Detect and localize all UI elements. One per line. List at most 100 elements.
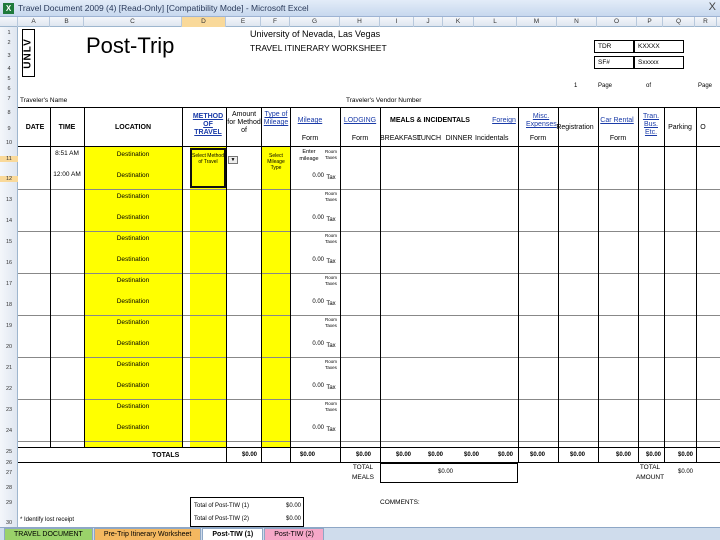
- traveler-name-label: Traveler's Name: [20, 97, 68, 104]
- column-header[interactable]: [0, 17, 18, 27]
- column-header[interactable]: G: [290, 17, 340, 27]
- row-header[interactable]: 13: [0, 197, 18, 203]
- time-header: TIME: [58, 124, 76, 131]
- location-cell[interactable]: Destination: [84, 277, 182, 284]
- row-header[interactable]: 9: [0, 126, 18, 132]
- window-title: Travel Document 2009 (4) [Read-Only] [Co…: [18, 3, 309, 13]
- location-cell[interactable]: Destination: [84, 382, 182, 389]
- excel-icon: X: [3, 2, 14, 14]
- row-header[interactable]: 11: [0, 156, 18, 162]
- row-header[interactable]: 18: [0, 302, 18, 308]
- row-header[interactable]: 20: [0, 344, 18, 350]
- time-cell[interactable]: 12:00 AM: [52, 171, 82, 178]
- sf-value[interactable]: Sxxxxx: [634, 56, 684, 69]
- location-cell[interactable]: Destination: [84, 172, 182, 179]
- tdr-value[interactable]: KXXXX: [634, 40, 684, 53]
- row-header[interactable]: 14: [0, 218, 18, 224]
- column-header[interactable]: R: [695, 17, 717, 27]
- row-header[interactable]: 21: [0, 365, 18, 371]
- mileage-cell[interactable]: 0.00: [294, 425, 324, 432]
- row-header[interactable]: 22: [0, 386, 18, 392]
- row-header[interactable]: 24: [0, 428, 18, 434]
- sheet-tab[interactable]: Post-TIW (2): [264, 528, 324, 540]
- location-cell[interactable]: Destination: [84, 403, 182, 410]
- location-cell[interactable]: Destination: [84, 319, 182, 326]
- row-header[interactable]: 28: [0, 485, 18, 491]
- row-header[interactable]: 17: [0, 281, 18, 287]
- column-header[interactable]: A: [18, 17, 50, 27]
- mileage-header: Mileage: [297, 117, 323, 124]
- mileage-cell[interactable]: 0.00: [294, 257, 324, 264]
- mileage-cell[interactable]: Enter mileage: [294, 149, 324, 163]
- mileage-cell[interactable]: 0.00: [294, 173, 324, 180]
- close-icon[interactable]: X: [709, 1, 716, 13]
- row-header[interactable]: 16: [0, 260, 18, 266]
- row-header[interactable]: 12: [0, 176, 18, 182]
- spreadsheet[interactable]: UNLV Post-Trip University of Nevada, Las…: [18, 27, 720, 527]
- row-header[interactable]: 5: [0, 76, 18, 82]
- row-header[interactable]: 26: [0, 460, 18, 466]
- location-cell[interactable]: Destination: [84, 340, 182, 347]
- row-header[interactable]: 19: [0, 323, 18, 329]
- column-header[interactable]: B: [50, 17, 84, 27]
- lunch-header: LUNCH: [416, 135, 442, 142]
- location-cell[interactable]: Destination: [84, 235, 182, 242]
- row-header[interactable]: 10: [0, 140, 18, 146]
- row-header[interactable]: 3: [0, 53, 18, 59]
- mileage-type-column[interactable]: [262, 147, 290, 447]
- column-header[interactable]: Q: [663, 17, 695, 27]
- column-header[interactable]: C: [84, 17, 182, 27]
- total-value: $0.00: [428, 452, 444, 458]
- row-header[interactable]: 15: [0, 239, 18, 245]
- column-header[interactable]: D: [182, 17, 226, 27]
- row-header[interactable]: 23: [0, 407, 18, 413]
- column-header[interactable]: F: [261, 17, 290, 27]
- sheet-tab[interactable]: Pre-Trip Itinerary Worksheet: [93, 528, 202, 540]
- sheet-tab[interactable]: Post-TIW (1): [202, 528, 264, 540]
- column-headers[interactable]: ABCDEFGHIJKLMNOPQR: [0, 17, 720, 27]
- row-header[interactable]: 30: [0, 520, 18, 526]
- location-cell[interactable]: Destination: [84, 424, 182, 431]
- mileage-cell[interactable]: 0.00: [294, 383, 324, 390]
- totals-label: TOTALS: [152, 452, 180, 459]
- mileage-cell[interactable]: 0.00: [294, 215, 324, 222]
- mileage-cell[interactable]: 0.00: [294, 341, 324, 348]
- time-cell[interactable]: 8:51 AM: [52, 150, 82, 157]
- location-cell[interactable]: Destination: [84, 214, 182, 221]
- row-header[interactable]: 2: [0, 40, 18, 46]
- column-header[interactable]: L: [474, 17, 517, 27]
- column-header[interactable]: O: [597, 17, 637, 27]
- method-column[interactable]: [190, 147, 226, 447]
- column-header[interactable]: P: [637, 17, 663, 27]
- row-header[interactable]: 25: [0, 449, 18, 455]
- location-cell[interactable]: Destination: [84, 256, 182, 263]
- row-header[interactable]: 29: [0, 500, 18, 506]
- mileage-type-cell[interactable]: Select Mileage Type: [263, 153, 289, 171]
- dropdown-arrow-icon[interactable]: ▼: [228, 156, 238, 164]
- location-column[interactable]: [84, 147, 182, 447]
- location-cell[interactable]: Destination: [84, 151, 182, 158]
- location-cell[interactable]: Destination: [84, 361, 182, 368]
- row-header[interactable]: 6: [0, 86, 18, 92]
- location-cell[interactable]: Destination: [84, 193, 182, 200]
- location-cell[interactable]: Destination: [84, 298, 182, 305]
- column-header[interactable]: N: [557, 17, 597, 27]
- method-cell[interactable]: Select Method of Travel: [192, 153, 224, 165]
- row-header[interactable]: 27: [0, 470, 18, 476]
- tax-cell: Room Taxes: [324, 191, 337, 202]
- mileage-cell[interactable]: 0.00: [294, 299, 324, 306]
- column-header[interactable]: M: [517, 17, 557, 27]
- post-tiw-1-value: $0.00: [286, 503, 302, 509]
- column-header[interactable]: I: [380, 17, 414, 27]
- row-header[interactable]: 1: [0, 30, 18, 36]
- row-header[interactable]: 8: [0, 110, 18, 116]
- row-header[interactable]: 4: [0, 66, 18, 72]
- row-header[interactable]: 7: [0, 96, 18, 102]
- column-header[interactable]: H: [340, 17, 380, 27]
- column-header[interactable]: K: [443, 17, 474, 27]
- row-headers[interactable]: 1 2 3 4 5 6 7 8 9 10 11 12 13 14 15 16 17 18 19 20 21 22 23 24 2…: [0, 27, 18, 527]
- column-header[interactable]: J: [414, 17, 443, 27]
- column-header[interactable]: E: [226, 17, 261, 27]
- sheet-tab[interactable]: TRAVEL DOCUMENT: [4, 528, 93, 540]
- amount-header: Amount for Method of: [227, 111, 261, 134]
